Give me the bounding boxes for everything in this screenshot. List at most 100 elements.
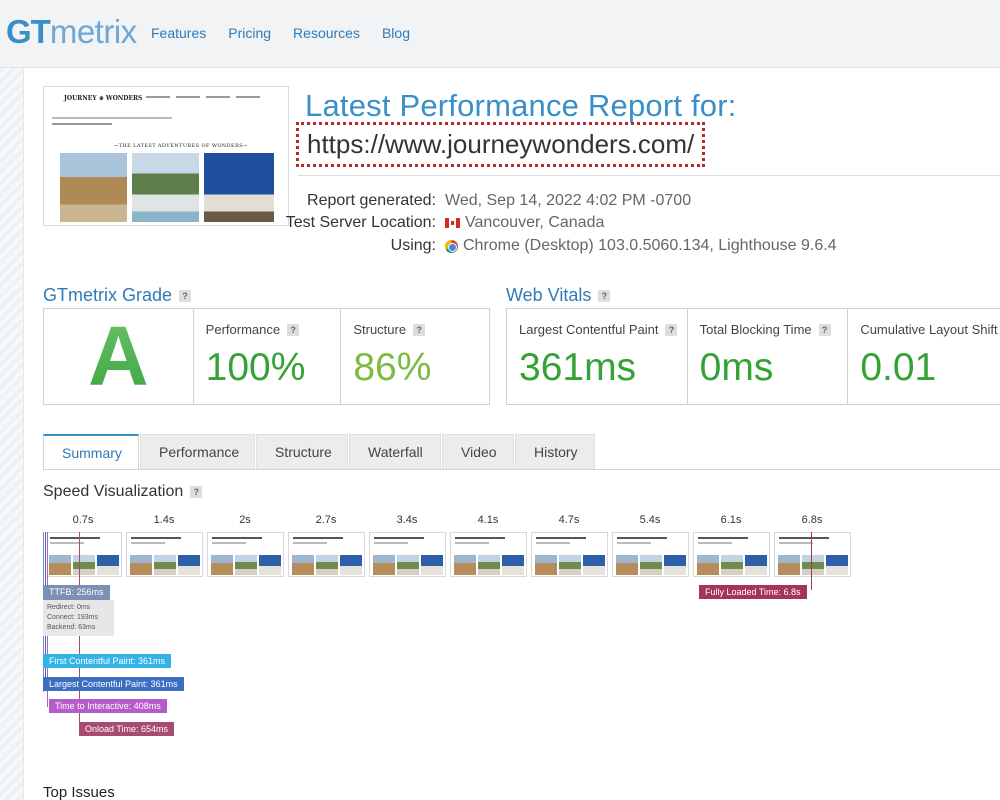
test-server-row: Test Server Location: Vancouver, Canada — [0, 214, 1000, 234]
report-generated-label: Report generated: — [307, 192, 436, 209]
report-title: Latest Performance Report for: — [305, 88, 737, 123]
tbt-metric: Total Blocking Time? 0ms — [688, 309, 849, 404]
gtmetrix-grade-box: A Performance? 100% Structure? 86% — [43, 308, 490, 405]
tbt-label: Total Blocking Time? — [700, 322, 831, 337]
structure-label-text: Structure — [353, 322, 407, 337]
test-server-text: Vancouver, Canada — [465, 214, 605, 231]
filmstrip-frame[interactable] — [612, 532, 689, 577]
using-row: Using: Chrome (Desktop) 103.0.5060.134, … — [0, 237, 1000, 257]
logo-metrix-text: metrix — [49, 13, 137, 50]
help-icon[interactable]: ? — [287, 323, 300, 336]
fully-loaded-line — [811, 532, 812, 590]
tab-video[interactable]: Video — [442, 434, 514, 470]
report-generated-row: Report generated: Wed, Sep 14, 2022 4:02… — [0, 192, 1000, 212]
filmstrip-frame[interactable] — [207, 532, 284, 577]
test-server-value: Vancouver, Canada — [445, 214, 604, 232]
fcp-marker[interactable]: First Contentful Paint: 361ms — [43, 654, 172, 668]
top-issues-title: Top Issues — [43, 784, 115, 800]
ttfb-connect: Connect: 193ms — [47, 614, 98, 621]
tabs-underline — [43, 469, 1000, 470]
tab-structure[interactable]: Structure — [256, 434, 348, 470]
frame-time-label: 2s — [239, 514, 251, 526]
grade-letter: A — [44, 309, 194, 404]
performance-label: Performance? — [205, 322, 300, 337]
tab-performance[interactable]: Performance — [140, 434, 255, 470]
web-vitals-box: Largest Contentful Paint? 361ms Total Bl… — [506, 308, 1000, 405]
thumbnail-site-name: JOURNEY ⊕ WONDERS — [64, 95, 143, 102]
frame-time-label: 6.1s — [720, 514, 742, 526]
cls-label: Cumulative Layout Shift — [860, 322, 997, 337]
filmstrip-frame[interactable] — [774, 532, 851, 577]
filmstrip-frame[interactable] — [369, 532, 446, 577]
structure-value: 86% — [353, 346, 432, 389]
tti-marker[interactable]: Time to Interactive: 408ms — [49, 699, 167, 713]
help-icon[interactable]: ? — [598, 289, 611, 302]
lcp-value: 361ms — [519, 346, 637, 389]
tab-history[interactable]: History — [515, 434, 595, 470]
tab-summary[interactable]: Summary — [43, 434, 139, 470]
cls-value: 0.01 — [860, 346, 937, 389]
speed-visualization-title-text: Speed Visualization — [43, 483, 184, 500]
gtmetrix-grade-title: GTmetrix Grade ? — [43, 285, 192, 306]
report-generated-text: Wed, Sep 14, 2022 4:02 PM -0700 — [445, 192, 692, 209]
onload-marker[interactable]: Onload Time: 654ms — [79, 722, 175, 736]
lcp-label: Largest Contentful Paint? — [519, 322, 678, 337]
frame-time-label: 1.4s — [153, 514, 175, 526]
cls-label-text: Cumulative Layout Shift — [860, 322, 998, 337]
tab-waterfall[interactable]: Waterfall — [349, 434, 441, 470]
filmstrip-frame[interactable] — [531, 532, 608, 577]
lcp-marker[interactable]: Largest Contentful Paint: 361ms — [43, 677, 184, 691]
help-icon[interactable]: ? — [190, 486, 203, 498]
report-tabs: Summary Performance Structure Waterfall … — [43, 434, 596, 470]
filmstrip-frame[interactable] — [450, 532, 527, 577]
web-vitals-title: Web Vitals ? — [506, 285, 611, 306]
thumbnail-text-line — [52, 123, 112, 125]
filmstrip-frame[interactable] — [45, 532, 122, 577]
frame-time-label: 2.7s — [315, 514, 337, 526]
ttfb-marker[interactable]: TTFB: 256ms — [43, 585, 110, 600]
nav-link-blog[interactable]: Blog — [382, 25, 410, 41]
header-divider — [298, 175, 1000, 176]
canada-flag-icon — [445, 218, 460, 228]
performance-label-text: Performance — [205, 322, 281, 337]
structure-label: Structure? — [353, 322, 426, 337]
report-url[interactable]: https://www.journeywonders.com/ — [296, 122, 706, 167]
frame-time-label: 6.8s — [801, 514, 823, 526]
lcp-metric: Largest Contentful Paint? 361ms — [507, 309, 688, 404]
structure-metric: Structure? 86% — [341, 309, 489, 404]
gtmetrix-grade-title-text: GTmetrix Grade — [43, 285, 173, 305]
frame-time-label: 4.1s — [477, 514, 499, 526]
thumbnail-text-line — [52, 117, 172, 119]
frame-time-label: 3.4s — [396, 514, 418, 526]
help-icon[interactable]: ? — [179, 289, 192, 302]
chrome-icon — [445, 239, 458, 253]
gtmetrix-logo[interactable]: GTmetrix — [6, 13, 137, 51]
frame-time-label: 4.7s — [558, 514, 580, 526]
filmstrip-frame[interactable] — [126, 532, 203, 577]
top-nav: GTmetrix Features Pricing Resources Blog — [0, 0, 1000, 68]
web-vitals-title-text: Web Vitals — [506, 285, 592, 305]
ttfb-redirect: Redirect: 0ms — [47, 604, 91, 611]
fully-loaded-marker[interactable]: Fully Loaded Time: 6.8s — [699, 585, 807, 599]
test-server-label: Test Server Location: — [285, 214, 436, 231]
nav-link-pricing[interactable]: Pricing — [228, 25, 271, 41]
logo-gt-text: GT — [6, 13, 51, 50]
performance-value: 100% — [205, 346, 306, 389]
speed-visualization-title: Speed Visualization ? — [43, 483, 203, 501]
help-icon[interactable]: ? — [818, 323, 831, 336]
frame-time-label: 0.7s — [72, 514, 94, 526]
help-icon[interactable]: ? — [665, 323, 678, 336]
frame-time-label: 5.4s — [639, 514, 661, 526]
ttfb-details: Redirect: 0ms Connect: 193ms Backend: 63… — [43, 600, 114, 636]
report-generated-value: Wed, Sep 14, 2022 4:02 PM -0700 — [445, 192, 691, 210]
nav-links: Features Pricing Resources Blog — [151, 25, 410, 41]
using-value: Chrome (Desktop) 103.0.5060.134, Lightho… — [445, 237, 837, 255]
filmstrip-frame[interactable] — [288, 532, 365, 577]
performance-metric: Performance? 100% — [194, 309, 342, 404]
nav-link-features[interactable]: Features — [151, 25, 206, 41]
filmstrip-frame[interactable] — [693, 532, 770, 577]
nav-link-resources[interactable]: Resources — [293, 25, 360, 41]
help-icon[interactable]: ? — [413, 323, 426, 336]
lcp-label-text: Largest Contentful Paint — [519, 322, 659, 337]
thumbnail-nav — [146, 96, 260, 98]
